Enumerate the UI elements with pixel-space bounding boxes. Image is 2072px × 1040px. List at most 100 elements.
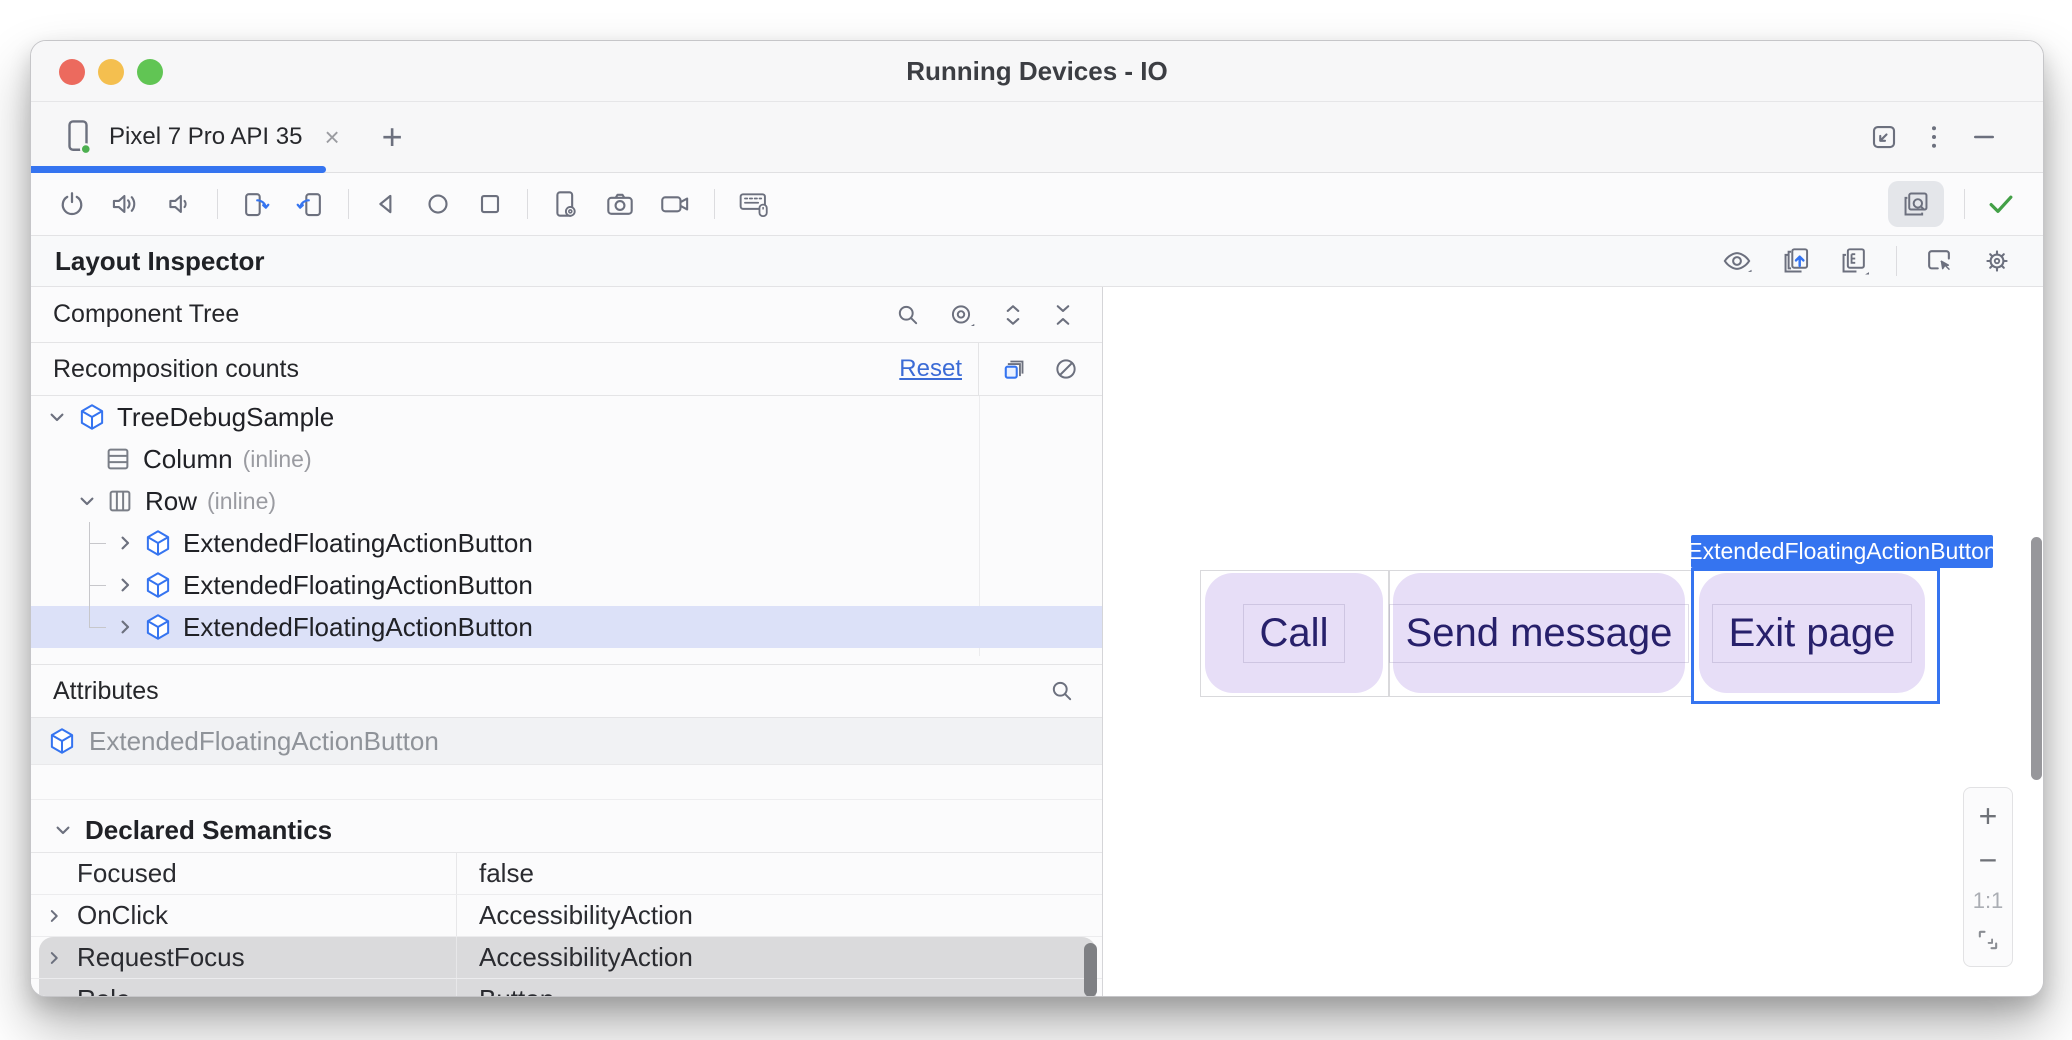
composable-cube-icon bbox=[143, 612, 173, 642]
semantics-value: AccessibilityAction bbox=[457, 900, 693, 931]
layout-inspector-bar: Layout Inspector bbox=[31, 236, 2043, 287]
column-layout-icon bbox=[103, 444, 133, 474]
dock-window-icon[interactable] bbox=[1869, 122, 1899, 152]
tree-row-efab-1[interactable]: ExtendedFloatingActionButton bbox=[31, 522, 1102, 564]
component-tree-panel: Component Tree bbox=[31, 287, 1103, 997]
chevron-down-icon[interactable] bbox=[75, 489, 99, 513]
toolbar-separator bbox=[1964, 189, 1965, 219]
row-layout-icon bbox=[105, 486, 135, 516]
layout-inspector-icon bbox=[1900, 188, 1932, 220]
tree-row-column[interactable]: Column (inline) bbox=[31, 438, 1102, 480]
new-tab-button[interactable]: + bbox=[382, 119, 403, 155]
reset-counts-link[interactable]: Reset bbox=[899, 355, 962, 383]
tree-row-treedebugsample[interactable]: TreeDebugSample bbox=[31, 396, 1102, 438]
semantics-row-role[interactable]: Role Button bbox=[31, 979, 1102, 997]
select-component-icon[interactable] bbox=[1923, 245, 1955, 277]
semantics-row-onclick[interactable]: OnClick AccessibilityAction bbox=[31, 895, 1102, 937]
fit-to-screen-icon[interactable] bbox=[1974, 926, 2002, 954]
main-content: Component Tree bbox=[31, 287, 2043, 997]
recomposition-counts-row: Recomposition counts Reset bbox=[31, 343, 1102, 396]
filter-eye-icon[interactable] bbox=[946, 301, 976, 329]
tree-row-row[interactable]: Row (inline) bbox=[31, 480, 1102, 522]
tree-connector bbox=[89, 564, 113, 606]
device-toolbar bbox=[31, 173, 2043, 236]
chevron-right-icon[interactable] bbox=[113, 531, 137, 555]
rotate-left-icon[interactable] bbox=[294, 188, 326, 220]
device-render-area[interactable]: Call Send message Exit page ExtendedFloa… bbox=[1103, 287, 2043, 997]
tab-pixel-7-pro[interactable]: Pixel 7 Pro API 35 × bbox=[31, 102, 366, 172]
settings-gear-icon[interactable] bbox=[1981, 245, 2013, 277]
tree-node-label: ExtendedFloatingActionButton bbox=[183, 528, 533, 559]
rotate-right-icon[interactable] bbox=[240, 188, 272, 220]
screen-record-icon[interactable] bbox=[658, 189, 692, 219]
semantics-value: false bbox=[457, 858, 534, 889]
chevron-right-icon[interactable] bbox=[113, 573, 137, 597]
more-options-kebab-icon[interactable] bbox=[1929, 122, 1939, 152]
toolbar-separator bbox=[527, 189, 528, 219]
collapse-all-icon[interactable] bbox=[1050, 301, 1076, 329]
android-home-icon[interactable] bbox=[423, 189, 453, 219]
export-snapshot-icon[interactable] bbox=[1780, 245, 1812, 277]
tree-node-label: ExtendedFloatingActionButton bbox=[183, 612, 533, 643]
semantics-name: OnClick bbox=[77, 900, 168, 931]
hardware-input-icon[interactable] bbox=[737, 188, 771, 220]
attributes-empty-row bbox=[31, 765, 1102, 800]
zoom-out-button[interactable]: − bbox=[1979, 844, 1998, 876]
screenshot-camera-icon[interactable] bbox=[604, 189, 636, 219]
selected-component-name: ExtendedFloatingActionButton bbox=[89, 726, 439, 757]
chevron-right-icon[interactable] bbox=[43, 947, 65, 969]
semantics-value: Button bbox=[457, 984, 554, 997]
chevron-right-icon[interactable] bbox=[43, 905, 65, 927]
android-overview-icon[interactable] bbox=[475, 189, 505, 219]
component-tree-header: Component Tree bbox=[31, 287, 1102, 343]
minimize-panel-icon[interactable] bbox=[1969, 122, 1999, 152]
declared-semantics-header[interactable]: Declared Semantics bbox=[31, 808, 1102, 853]
tab-label: Pixel 7 Pro API 35 bbox=[109, 123, 302, 151]
view-options-eye-icon[interactable] bbox=[1720, 246, 1754, 276]
screenshot-stage: Running Devices - IO Pixel 7 Pro API 35 … bbox=[0, 0, 2072, 1040]
layout-inspector-title: Layout Inspector bbox=[55, 246, 264, 277]
layout-inspector-toggle-button[interactable] bbox=[1888, 181, 1944, 227]
search-icon[interactable] bbox=[894, 301, 922, 329]
zoom-controls: + − 1:1 bbox=[1963, 787, 2013, 967]
layers-tree-icon[interactable] bbox=[1838, 245, 1870, 277]
toolbar-separator bbox=[348, 189, 349, 219]
selected-component-row: ExtendedFloatingActionButton bbox=[31, 718, 1102, 765]
call-button[interactable]: Call bbox=[1205, 573, 1383, 693]
semantics-row-requestfocus[interactable]: RequestFocus AccessibilityAction bbox=[31, 937, 1102, 979]
volume-up-icon[interactable] bbox=[109, 189, 141, 219]
volume-down-icon[interactable] bbox=[163, 189, 195, 219]
tree-row-efab-2[interactable]: ExtendedFloatingActionButton bbox=[31, 564, 1102, 606]
search-icon[interactable] bbox=[1048, 677, 1076, 705]
power-button-icon[interactable] bbox=[57, 189, 87, 219]
send-message-button[interactable]: Send message bbox=[1393, 573, 1685, 693]
selection-border bbox=[1691, 568, 1940, 704]
zoom-in-button[interactable]: + bbox=[1979, 800, 1998, 832]
device-settings-icon[interactable] bbox=[550, 188, 582, 220]
recomposition-counts-label: Recomposition counts bbox=[53, 355, 299, 384]
expand-all-icon[interactable] bbox=[1000, 301, 1026, 329]
actual-size-button[interactable]: 1:1 bbox=[1973, 888, 2004, 914]
highlight-disabled-icon[interactable] bbox=[1051, 354, 1081, 384]
semantics-value: AccessibilityAction bbox=[457, 942, 693, 973]
tree-node-label: Row bbox=[145, 486, 197, 517]
running-devices-window: Running Devices - IO Pixel 7 Pro API 35 … bbox=[30, 40, 2044, 997]
apply-check-icon[interactable] bbox=[1985, 188, 2017, 220]
device-scrollbar-thumb[interactable] bbox=[2031, 537, 2042, 780]
tree-node-label: ExtendedFloatingActionButton bbox=[183, 570, 533, 601]
tree-row-efab-3-selected[interactable]: ExtendedFloatingActionButton bbox=[31, 606, 1102, 648]
composable-cube-icon bbox=[143, 528, 173, 558]
toolbar-separator bbox=[217, 189, 218, 219]
chevron-down-icon[interactable] bbox=[45, 405, 69, 429]
semantics-row-focused[interactable]: Focused false bbox=[31, 853, 1102, 895]
semantics-name: Role bbox=[31, 984, 130, 997]
panel-scrollbar-thumb[interactable] bbox=[1084, 943, 1097, 997]
tab-close-icon[interactable]: × bbox=[324, 122, 339, 153]
tree-node-suffix: (inline) bbox=[243, 446, 312, 473]
active-tab-underline bbox=[31, 166, 326, 173]
android-back-icon[interactable] bbox=[371, 189, 401, 219]
recomposition-counts-toggle-icon[interactable] bbox=[1000, 354, 1030, 384]
chevron-right-icon[interactable] bbox=[113, 615, 137, 639]
composable-cube-icon bbox=[77, 402, 107, 432]
call-button-label: Call bbox=[1243, 604, 1346, 663]
